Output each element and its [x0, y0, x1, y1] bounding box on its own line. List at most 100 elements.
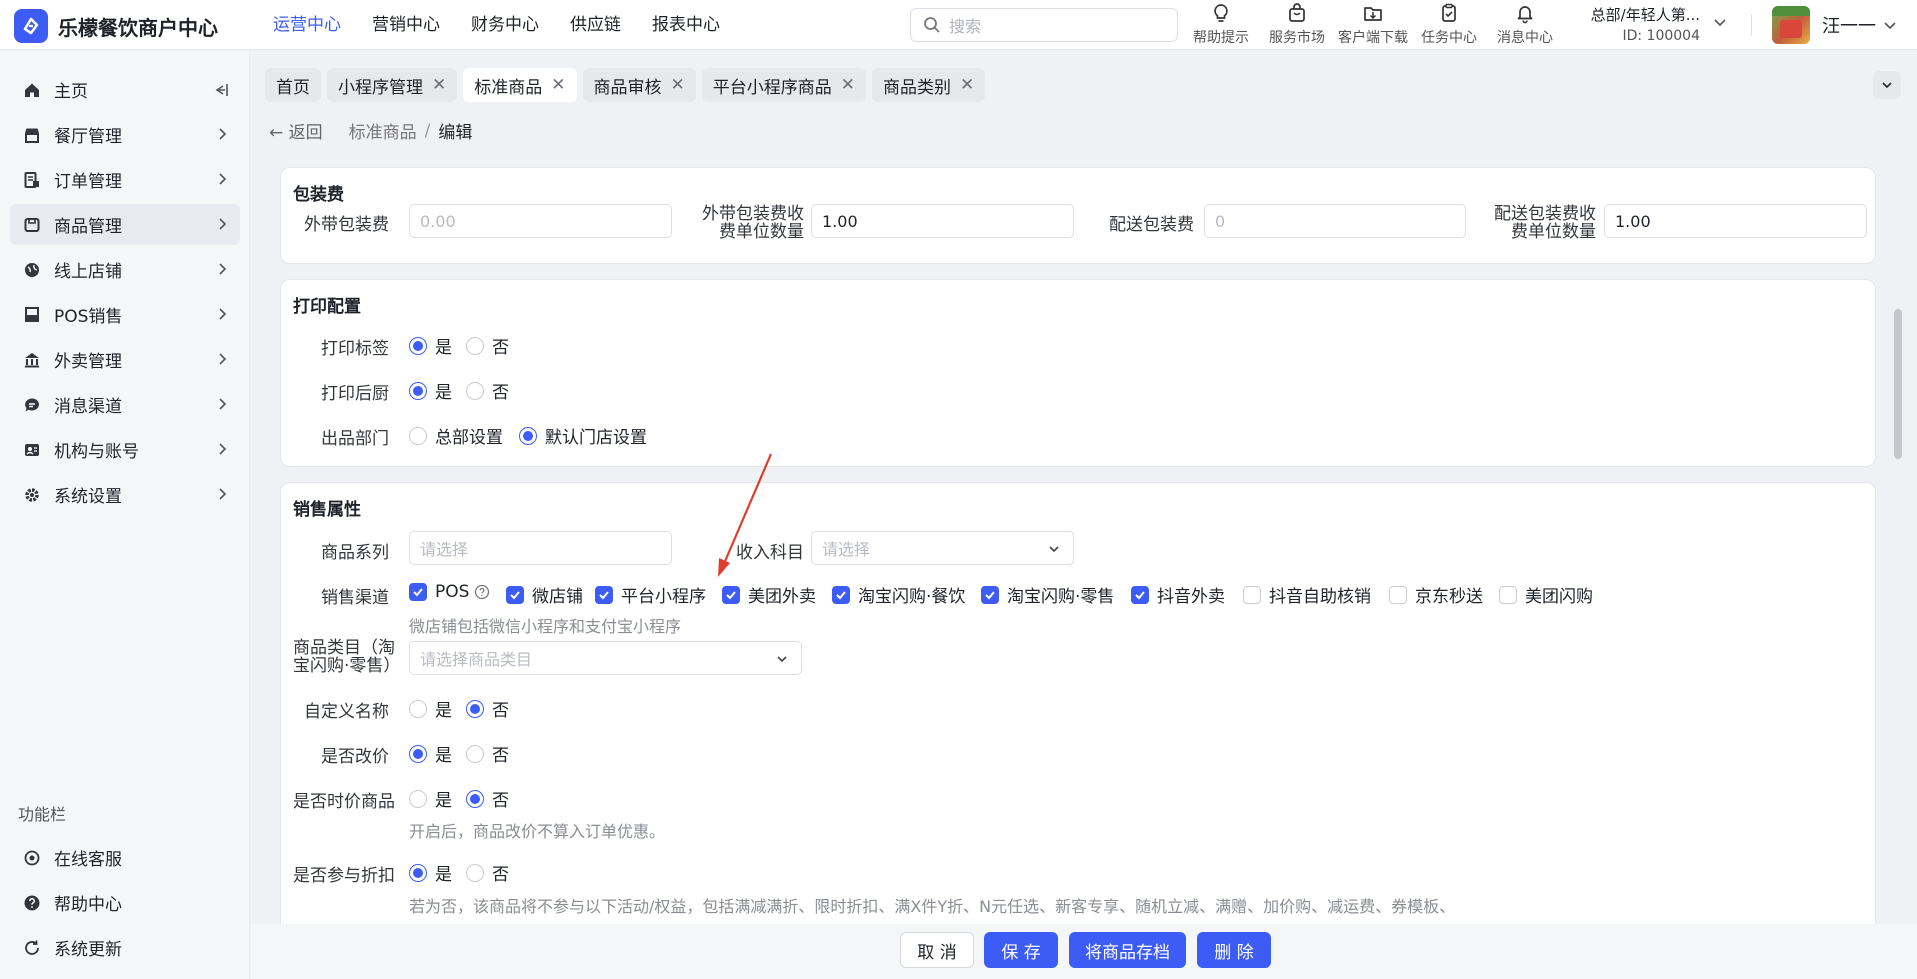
- scrollbar-thumb[interactable]: [1894, 309, 1902, 459]
- channel-meituan-takeout-checkbox[interactable]: 美团外卖: [722, 582, 816, 607]
- cancel-button[interactable]: 取 消: [900, 932, 974, 968]
- time-price-hint: 开启后，商品改价不算入订单优惠。: [409, 822, 666, 841]
- org-switcher[interactable]: 总部/年轻人第... ID: 100004: [1560, 2, 1730, 48]
- tool-task-center[interactable]: 任务中心: [1411, 2, 1487, 47]
- action-footer: 取 消 保 存 将商品存档 删 除: [251, 924, 1917, 979]
- change-price-yes-radio[interactable]: 是: [409, 741, 452, 766]
- custom-name-no-radio[interactable]: 否: [466, 696, 509, 721]
- close-icon[interactable]: ✕: [841, 75, 855, 95]
- channel-jd-checkbox[interactable]: 京东秒送: [1389, 582, 1483, 607]
- chevron-down-icon: [1884, 22, 1896, 30]
- time-price-no-radio[interactable]: 否: [466, 786, 509, 811]
- sidebar-item-delivery[interactable]: 外卖管理: [10, 339, 240, 380]
- delivery-fee-label: 配送包装费: [1109, 215, 1194, 235]
- header-tools: 帮助提示 服务市场 客户端下载 任务中心 消息中心: [1183, 2, 1563, 47]
- takeout-fee-input[interactable]: 0.00: [409, 204, 672, 238]
- tool-message-center[interactable]: 消息中心: [1487, 2, 1563, 47]
- app-logo[interactable]: 乐檬餐饮商户中心: [14, 9, 218, 43]
- channel-hint: 微店铺包括微信小程序和支付宝小程序: [409, 617, 682, 636]
- delete-button[interactable]: 删 除: [1197, 932, 1271, 968]
- sidebar-item-orders[interactable]: 订单管理: [10, 159, 240, 200]
- sidebar-item-system-settings[interactable]: 系统设置: [10, 474, 240, 515]
- app-title: 乐檬餐饮商户中心: [58, 15, 218, 40]
- user-menu[interactable]: 汪一一: [1772, 6, 1898, 44]
- close-icon[interactable]: ✕: [671, 75, 685, 95]
- function-label: 帮助中心: [54, 895, 122, 915]
- close-icon[interactable]: ✕: [432, 75, 446, 95]
- breadcrumb-parent[interactable]: 标准商品: [349, 118, 417, 143]
- chevron-right-icon: [219, 308, 227, 320]
- income-account-select[interactable]: 请选择: [811, 531, 1074, 565]
- function-help-center[interactable]: 帮助中心: [10, 882, 240, 923]
- tab-home[interactable]: 首页: [265, 68, 321, 102]
- gear-icon: [22, 485, 42, 505]
- tab-standard-goods[interactable]: 标准商品 ✕: [463, 68, 577, 102]
- collapse-sidebar-icon[interactable]: [212, 81, 230, 99]
- chevron-right-icon: [219, 173, 227, 185]
- search-icon: [924, 17, 940, 33]
- delivery-fee-input[interactable]: 0: [1204, 204, 1466, 238]
- tab-label: 标准商品: [474, 77, 543, 98]
- tab-goods-review[interactable]: 商品审核 ✕: [582, 68, 696, 102]
- channel-taobao-food-checkbox[interactable]: 淘宝闪购·餐饮: [832, 582, 965, 607]
- sidebar-item-home[interactable]: 主页: [10, 69, 240, 110]
- sidebar-item-org-account[interactable]: 机构与账号: [10, 429, 240, 470]
- channel-platform-miniprogram-checkbox[interactable]: 平台小程序: [595, 582, 706, 607]
- custom-name-label: 自定义名称: [304, 702, 389, 722]
- print-label-no-radio[interactable]: 否: [466, 333, 509, 358]
- save-button[interactable]: 保 存: [984, 932, 1058, 968]
- tab-miniprogram-manage[interactable]: 小程序管理 ✕: [327, 68, 458, 102]
- topnav-reports[interactable]: 报表中心: [652, 0, 720, 50]
- sidebar-item-message-channel[interactable]: 消息渠道: [10, 384, 240, 425]
- sidebar-item-online-store[interactable]: 线上店铺: [10, 249, 240, 290]
- channel-meituan-flash-checkbox[interactable]: 美团闪购: [1499, 582, 1593, 607]
- close-icon[interactable]: ✕: [960, 75, 974, 95]
- channel-pos-checkbox[interactable]: POS: [409, 582, 490, 602]
- tab-goods-category[interactable]: 商品类别 ✕: [872, 68, 986, 102]
- goods-category-select[interactable]: 请选择商品类目: [409, 641, 802, 675]
- chevron-right-icon: [219, 488, 227, 500]
- tool-client-download[interactable]: 客户端下载: [1335, 2, 1411, 47]
- channel-douyin-selfcheck-checkbox[interactable]: 抖音自助核销: [1243, 582, 1371, 607]
- channel-douyin-takeout-checkbox[interactable]: 抖音外卖: [1131, 582, 1225, 607]
- question-circle-icon[interactable]: [474, 584, 490, 600]
- channel-taobao-retail-checkbox[interactable]: 淘宝闪购·零售: [981, 582, 1114, 607]
- annotation-arrow: [718, 453, 773, 577]
- output-dept-store-radio[interactable]: 默认门店设置: [519, 423, 647, 448]
- tool-help-tips[interactable]: 帮助提示: [1183, 2, 1259, 47]
- close-icon[interactable]: ✕: [551, 75, 565, 95]
- custom-name-yes-radio[interactable]: 是: [409, 696, 452, 721]
- goods-series-select[interactable]: 请选择: [409, 531, 672, 565]
- chevron-down-icon: [1714, 19, 1726, 27]
- delivery-unit-input[interactable]: 1.00: [1604, 204, 1867, 238]
- tool-service-market[interactable]: 服务市场: [1259, 2, 1335, 47]
- topnav-supply-chain[interactable]: 供应链: [570, 0, 621, 50]
- back-label: 返回: [288, 123, 323, 143]
- sidebar-item-restaurant[interactable]: 餐厅管理: [10, 114, 240, 155]
- content-scrollbar[interactable]: [1893, 154, 1903, 914]
- topnav-marketing[interactable]: 营销中心: [372, 0, 440, 50]
- back-link[interactable]: ← 返回: [269, 118, 323, 143]
- print-label-yes-radio[interactable]: 是: [409, 333, 452, 358]
- time-price-yes-radio[interactable]: 是: [409, 786, 452, 811]
- discount-no-radio[interactable]: 否: [466, 860, 509, 885]
- discount-yes-radio[interactable]: 是: [409, 860, 452, 885]
- sidebar-item-pos[interactable]: POS销售: [10, 294, 240, 335]
- output-dept-label: 出品部门: [321, 429, 389, 449]
- print-kitchen-no-radio[interactable]: 否: [466, 378, 509, 403]
- function-system-update[interactable]: 系统更新: [10, 927, 240, 968]
- sidebar-item-goods[interactable]: 商品管理: [10, 204, 240, 245]
- print-kitchen-yes-radio[interactable]: 是: [409, 378, 452, 403]
- output-dept-hq-radio[interactable]: 总部设置: [409, 423, 503, 448]
- topnav-operations[interactable]: 运营中心: [273, 0, 341, 50]
- tab-platform-miniprogram-goods[interactable]: 平台小程序商品 ✕: [701, 68, 866, 102]
- channel-micro-store-checkbox[interactable]: 微店铺: [506, 582, 583, 607]
- archive-goods-button[interactable]: 将商品存档: [1069, 932, 1186, 968]
- function-online-service[interactable]: 在线客服: [10, 837, 240, 878]
- takeout-unit-input[interactable]: 1.00: [811, 204, 1074, 238]
- chevron-right-icon: [219, 443, 227, 455]
- tabs-more-button[interactable]: [1873, 71, 1901, 99]
- change-price-no-radio[interactable]: 否: [466, 741, 509, 766]
- topnav-finance[interactable]: 财务中心: [471, 0, 539, 50]
- search-box[interactable]: 搜索: [910, 8, 1178, 42]
